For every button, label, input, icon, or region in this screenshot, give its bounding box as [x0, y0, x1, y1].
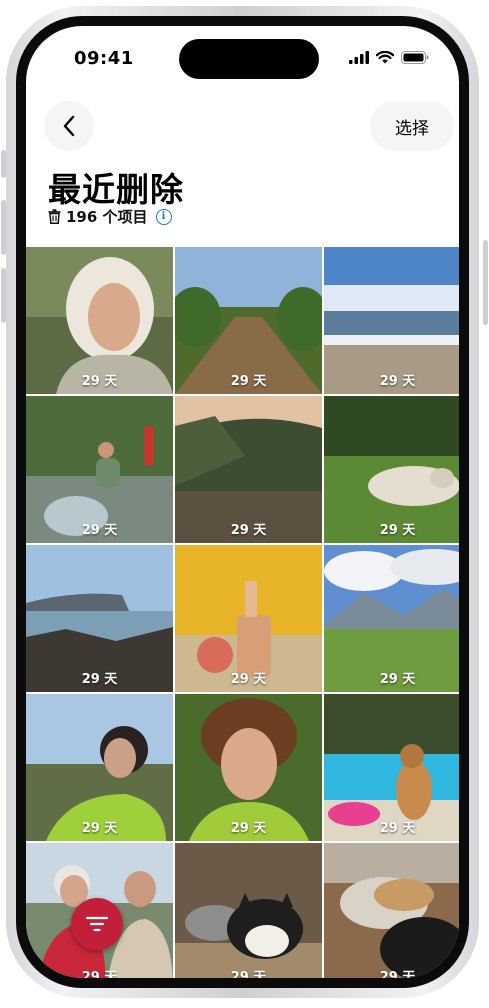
photo-item[interactable]: 29 天 — [324, 545, 459, 692]
phone-frame: 09:41 选择 最近删除 196 个项目 i 29 天 29 天 29 天 2… — [6, 6, 479, 998]
photo-item[interactable]: 29 天 — [175, 545, 322, 692]
days-remaining: 29 天 — [230, 523, 267, 538]
dynamic-island — [179, 39, 319, 79]
status-time: 09:41 — [74, 48, 134, 69]
photo-cats-sleeping — [324, 843, 459, 978]
trash-icon — [48, 209, 61, 224]
item-count-row: 196 个项目 i — [48, 206, 172, 227]
days-remaining: 29 天 — [379, 821, 416, 836]
days-remaining: 29 天 — [379, 374, 416, 389]
info-icon[interactable]: i — [155, 208, 172, 225]
photo-item[interactable]: 29 天 — [175, 694, 322, 841]
chevron-left-icon — [63, 115, 75, 137]
days-remaining: 29 天 — [81, 523, 118, 538]
photo-item[interactable]: 29 天 — [175, 396, 322, 543]
days-remaining: 29 天 — [379, 672, 416, 687]
page-title: 最近删除 — [48, 170, 184, 209]
filter-button[interactable] — [71, 898, 123, 950]
photo-item[interactable]: 29 天 — [26, 247, 173, 394]
screen: 09:41 选择 最近删除 196 个项目 i 29 天 29 天 29 天 2… — [26, 26, 459, 978]
cellular-signal-icon — [349, 51, 369, 64]
photo-item[interactable]: 29 天 — [175, 843, 322, 978]
days-remaining: 29 天 — [379, 523, 416, 538]
filter-icon — [86, 916, 108, 932]
photo-item[interactable]: 29 天 — [324, 694, 459, 841]
days-remaining: 29 天 — [379, 970, 416, 978]
photo-item[interactable]: 29 天 — [26, 396, 173, 543]
photo-cat-on-blanket — [175, 843, 322, 978]
photo-item[interactable]: 29 天 — [26, 545, 173, 692]
volume-up-button — [1, 200, 6, 255]
days-remaining: 29 天 — [230, 821, 267, 836]
phone-bezel: 09:41 选择 最近删除 196 个项目 i 29 天 29 天 29 天 2… — [16, 16, 469, 988]
side-power-button — [483, 240, 488, 325]
days-remaining: 29 天 — [230, 970, 267, 978]
item-count: 196 个项目 — [66, 208, 148, 226]
days-remaining: 29 天 — [81, 821, 118, 836]
select-button[interactable]: 选择 — [370, 101, 454, 151]
photo-item[interactable]: 29 天 — [324, 247, 459, 394]
photo-item[interactable]: 29 天 — [26, 694, 173, 841]
battery-icon — [401, 51, 429, 64]
action-button — [1, 150, 6, 178]
photo-item[interactable]: 29 天 — [175, 247, 322, 394]
days-remaining: 29 天 — [81, 374, 118, 389]
days-remaining: 29 天 — [230, 374, 267, 389]
days-remaining: 29 天 — [81, 672, 118, 687]
volume-down-button — [1, 268, 6, 323]
photo-item[interactable]: 29 天 — [324, 396, 459, 543]
status-bar: 09:41 — [26, 26, 459, 90]
days-remaining: 29 天 — [230, 672, 267, 687]
wifi-icon — [376, 51, 394, 64]
system-icons — [349, 51, 429, 64]
back-button[interactable] — [44, 101, 94, 151]
days-remaining: 29 天 — [81, 970, 118, 978]
photo-item[interactable]: 29 天 — [324, 843, 459, 978]
